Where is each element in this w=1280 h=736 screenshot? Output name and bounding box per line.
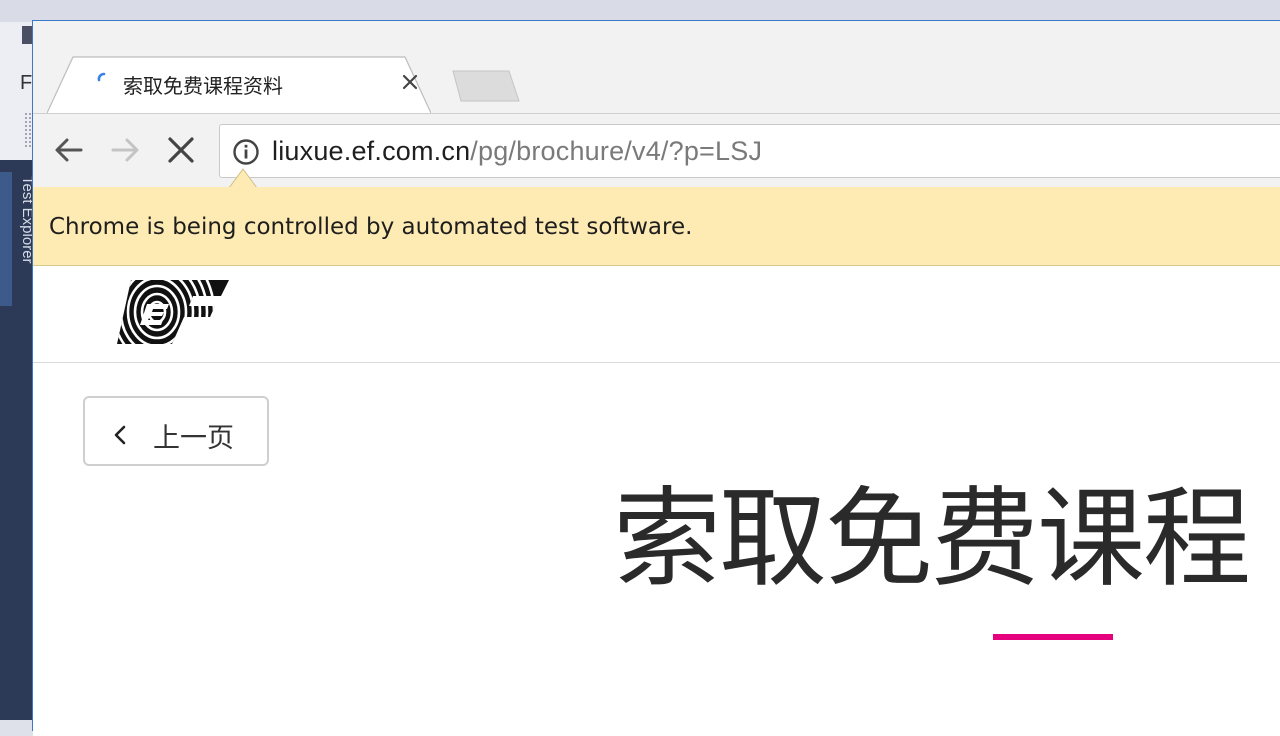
infobar-caret [229, 168, 257, 189]
desktop-bar [0, 0, 1280, 22]
ide-panel-tab[interactable] [0, 172, 12, 306]
ide-grip-handle [24, 112, 32, 148]
previous-page-label: 上一页 [153, 423, 234, 454]
previous-page-button[interactable]: 上一页 [83, 396, 269, 466]
address-url[interactable]: liuxue.ef.com.cn/pg/brochure/v4/?p=LSJ [272, 136, 762, 167]
browser-window: 索取免费课程资料 liuxue.ef.com.cn/pg/brochure/v4… [32, 20, 1280, 736]
title-accent-underline [993, 634, 1113, 640]
close-icon[interactable] [399, 71, 421, 93]
automation-infobar: Chrome is being controlled by automated … [33, 187, 1280, 266]
tab-title: 索取免费课程资料 [123, 74, 283, 98]
loading-spinner-icon [97, 72, 106, 82]
url-path: /pg/brochure/v4/?p=LSJ [470, 136, 763, 166]
address-bar[interactable]: liuxue.ef.com.cn/pg/brochure/v4/?p=LSJ [219, 124, 1280, 178]
arrow-right-icon[interactable] [107, 132, 143, 168]
ef-logo[interactable] [117, 280, 229, 344]
url-host: liuxue.ef.com.cn [272, 136, 471, 166]
tab-strip: 索取免费课程资料 [33, 21, 1280, 114]
browser-tab[interactable]: 索取免费课程资料 [47, 56, 431, 114]
stop-loading-icon[interactable] [163, 132, 199, 168]
browser-toolbar: liuxue.ef.com.cn/pg/brochure/v4/?p=LSJ [33, 113, 1280, 186]
site-header [33, 266, 1280, 363]
chevron-left-icon [114, 425, 126, 445]
arrow-left-icon[interactable] [51, 132, 87, 168]
new-tab-button[interactable] [451, 69, 521, 103]
ide-menu-letter: F [20, 72, 33, 94]
info-icon[interactable] [232, 138, 260, 166]
infobar-message: Chrome is being controlled by automated … [49, 214, 693, 240]
page-title: 索取免费课程 [613, 477, 1251, 602]
web-page: 上一页 索取免费课程 [33, 266, 1280, 736]
